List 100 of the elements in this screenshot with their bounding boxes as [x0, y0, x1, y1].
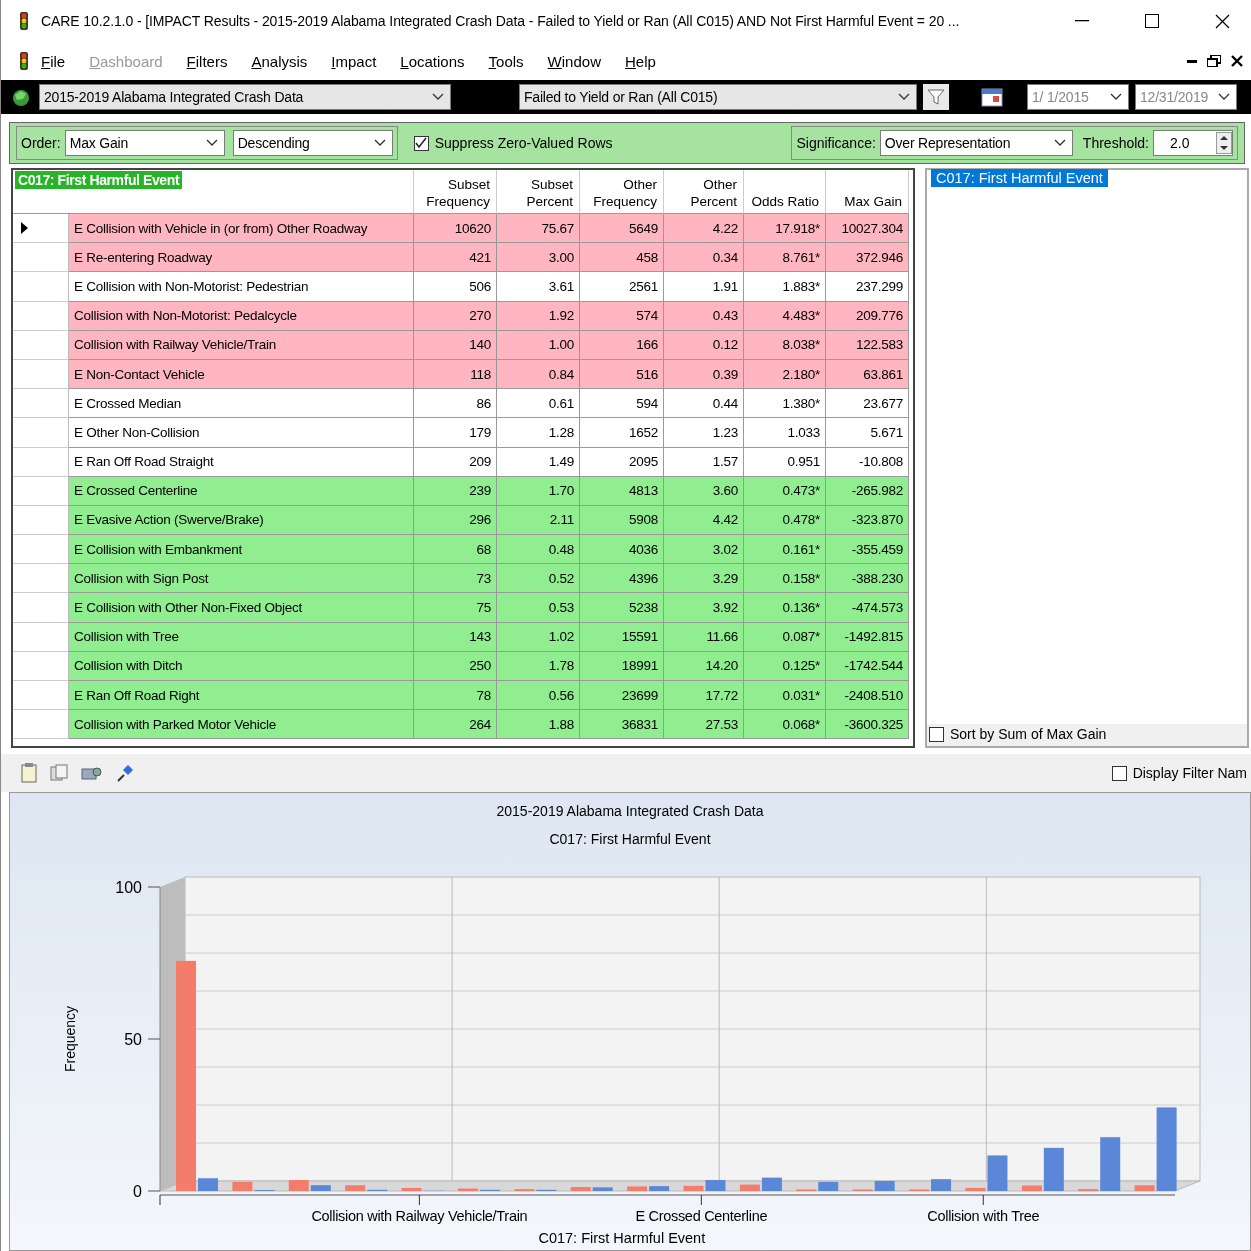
table-cell: 1.70: [497, 476, 580, 506]
x-tick-label: Collision with Railway Vehicle/Train: [311, 1208, 528, 1224]
table-cell: 18991: [580, 651, 664, 681]
table-cell: -1742.544: [826, 651, 909, 681]
table-cell: 140: [414, 330, 497, 360]
end-date-field[interactable]: 12/31/2019: [1135, 84, 1237, 110]
dropdown-caret-icon[interactable]: [1218, 93, 1230, 101]
table-cell: 10027.304: [826, 214, 909, 244]
close-icon[interactable]: [1231, 55, 1243, 67]
table-cell: 8.038*: [744, 330, 826, 360]
copy-icon[interactable]: [49, 764, 69, 782]
table-cell: 0.125*: [744, 651, 826, 681]
table-cell: 458: [580, 243, 664, 273]
window-title: CARE 10.2.1.0 - [IMPACT Results - 2015-2019 Alabama Integrated Crash Data - Failed to Yield or Ran (All C015) AND Not First Harmful Event = 20 ...: [41, 13, 961, 29]
table-cell: 0.44: [664, 389, 744, 419]
table-cell: E Ran Off Road Straight: [69, 447, 414, 477]
chart-subtitle: C017: First Harmful Event: [549, 831, 711, 847]
table-cell: -1492.815: [826, 622, 909, 652]
direction-dropdown[interactable]: Descending: [232, 130, 393, 156]
calendar-icon[interactable]: [981, 87, 1003, 107]
table-cell: 143: [414, 622, 497, 652]
table-cell: E Collision with Other Non-Fixed Object: [69, 593, 414, 623]
table-cell: 421: [414, 243, 497, 273]
checkbox[interactable]: [1111, 765, 1127, 781]
traffic-light-icon: [19, 12, 29, 30]
table-cell: 78: [414, 681, 497, 711]
restore-icon[interactable]: [1207, 55, 1221, 67]
table-cell: 0.61: [497, 389, 580, 419]
table-cell: 3.92: [664, 593, 744, 623]
menu-item[interactable]: Tools: [476, 52, 536, 70]
menu-item[interactable]: Locations: [388, 52, 477, 70]
table-cell: 1.49: [497, 447, 580, 477]
menu-item[interactable]: File: [29, 52, 78, 70]
table-cell: 0.031*: [744, 681, 826, 711]
menu-item[interactable]: Filters: [174, 52, 240, 70]
table-cell: 27.53: [664, 710, 744, 740]
menu-item[interactable]: Impact: [319, 52, 389, 70]
dropdown-caret-icon[interactable]: [898, 93, 910, 101]
table-cell: -2408.510: [826, 681, 909, 711]
table-cell: -323.870: [826, 505, 909, 536]
minimize-icon[interactable]: [1187, 59, 1197, 63]
significance-dropdown[interactable]: Over Representation: [879, 130, 1073, 156]
pin-icon[interactable]: [115, 763, 135, 783]
table-cell: 68: [414, 535, 497, 565]
suppress-label: Suppress Zero-Valued Rows: [434, 135, 613, 151]
table-cell: Collision with Sign Post: [69, 564, 414, 594]
dropdown-caret-icon[interactable]: [1110, 93, 1122, 101]
order-dropdown[interactable]: Max Gain: [64, 130, 225, 156]
spin-arrows-icon[interactable]: [1216, 132, 1232, 154]
traffic-light-icon: [19, 52, 29, 70]
dropdown-caret-icon[interactable]: [205, 139, 218, 147]
threshold-label: Threshold:: [1082, 135, 1149, 151]
table-cell: 1.380*: [744, 389, 826, 419]
clipboard-icon[interactable]: [21, 763, 37, 783]
table-cell: 0.53: [497, 593, 580, 623]
checkbox[interactable]: [413, 135, 429, 151]
menu-item[interactable]: Window: [535, 52, 613, 70]
dropdown-caret-icon[interactable]: [373, 139, 386, 147]
display-filter-label: Display Filter Nam: [1132, 765, 1247, 781]
table-cell: 0.12: [664, 330, 744, 360]
table-cell: 0.84: [497, 359, 580, 390]
checkbox[interactable]: [929, 726, 944, 742]
table-cell: 0.478*: [744, 505, 826, 536]
table-cell: 0.951: [744, 447, 826, 477]
settings-icon[interactable]: [81, 764, 103, 782]
table-cell: 2561: [580, 272, 664, 302]
table-cell: 5649: [580, 214, 664, 244]
table-cell: 8.761*: [744, 243, 826, 273]
table-cell: 516: [580, 359, 664, 390]
table-cell: 1.88: [497, 710, 580, 740]
x-tick-label: E Crossed Centerline: [635, 1208, 768, 1224]
threshold-spinner[interactable]: 2.0: [1153, 130, 1233, 156]
dropdown-caret-icon[interactable]: [432, 93, 444, 101]
table-cell: E Crossed Median: [69, 389, 414, 419]
dataset-dropdown[interactable]: 2015-2019 Alabama Integrated Crash Data: [39, 84, 451, 110]
table-cell: 372.946: [826, 243, 909, 273]
dropdown-caret-icon[interactable]: [1053, 139, 1066, 147]
table-cell: 3.61: [497, 272, 580, 302]
filter-dropdown[interactable]: Failed to Yield or Ran (All C015): [519, 84, 917, 110]
start-date-field[interactable]: 1/ 1/2015: [1027, 84, 1129, 110]
table-cell: 4.483*: [744, 301, 826, 331]
filter-icon[interactable]: [923, 84, 949, 110]
table-cell: E Collision with Embankment: [69, 535, 414, 565]
menu-item[interactable]: Analysis: [239, 52, 320, 70]
x-axis-title: C017: First Harmful Event: [538, 1230, 706, 1246]
table-cell: E Re-entering Roadway: [69, 243, 414, 273]
sort-label: Sort by Sum of Max Gain: [950, 726, 1107, 742]
table-cell: 73: [414, 564, 497, 594]
table-cell: 0.068*: [744, 710, 826, 740]
table-cell: 270: [414, 301, 497, 331]
table-cell: 1.883*: [744, 272, 826, 302]
order-label: Order:: [21, 135, 61, 151]
table-cell: -265.982: [826, 476, 909, 506]
table-cell: 0.473*: [744, 476, 826, 506]
table-cell: 1.91: [664, 272, 744, 302]
list-item[interactable]: C017: First Harmful Event: [931, 169, 1108, 187]
table-cell: Collision with Parked Motor Vehicle: [69, 710, 414, 740]
menu-item[interactable]: Help: [612, 52, 668, 70]
table-cell: 14.20: [664, 651, 744, 681]
table-cell: 1.92: [497, 301, 580, 331]
